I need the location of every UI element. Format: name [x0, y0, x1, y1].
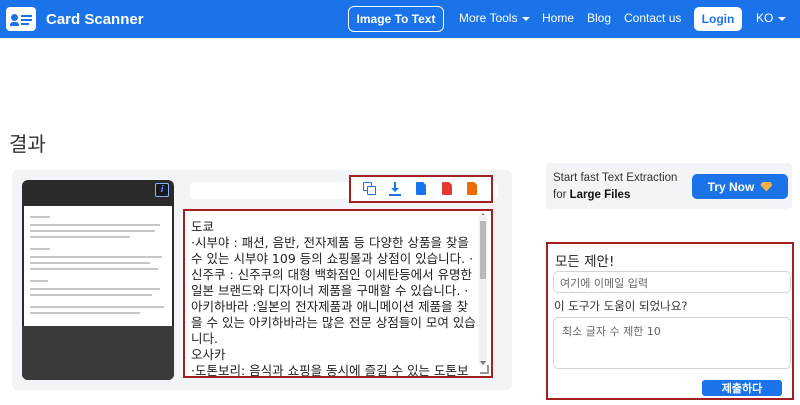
try-now-button[interactable]: Try Now [692, 174, 788, 199]
result-toolbar [349, 175, 493, 203]
language-dropdown[interactable]: KO [756, 11, 787, 25]
preview-footer [22, 326, 174, 380]
page-title: 결과 [9, 132, 46, 156]
diamond-icon [760, 181, 773, 192]
nav-home-link[interactable]: Home [542, 11, 574, 25]
promo-line-2-bold: Large Files [569, 189, 631, 201]
feedback-title: 모든 제안! [555, 254, 615, 270]
txt-icon[interactable] [465, 182, 479, 196]
doc-icon[interactable] [414, 182, 428, 196]
nav-contact-link[interactable]: Contact us [624, 11, 681, 25]
scrollbar[interactable] [479, 215, 487, 365]
language-label: KO [756, 11, 774, 25]
feedback-textarea[interactable]: 최소 글자 수 제한 10 [553, 317, 791, 369]
top-navbar: Card Scanner Image To Text More Tools Ho… [0, 0, 800, 38]
promo-line-2: for Large Files [553, 189, 630, 201]
more-tools-label: More Tools [459, 11, 518, 25]
chevron-down-icon [522, 16, 531, 21]
promo-line-1: Start fast Text Extraction [553, 172, 678, 184]
brand-name: Card Scanner [46, 10, 144, 28]
feedback-question: 이 도구가 도움이 되었나요? [554, 299, 688, 313]
resize-handle-icon[interactable] [480, 365, 489, 374]
chevron-down-icon [778, 16, 787, 21]
info-icon[interactable]: i [155, 183, 169, 197]
result-textarea[interactable]: 도쿄 ·시부야 : 패션, 음반, 전자제품 등 다양한 상품을 찾을 수 있는… [183, 209, 493, 378]
brand-logo[interactable]: Card Scanner [6, 6, 144, 32]
login-button[interactable]: Login [694, 7, 742, 31]
image-to-text-button[interactable]: Image To Text [348, 6, 444, 32]
submit-button[interactable]: 제출하다 [702, 380, 782, 396]
document-preview [24, 206, 172, 326]
try-now-label: Try Now [707, 179, 755, 194]
promo-line-2-prefix: for [553, 189, 567, 201]
pdf-icon[interactable] [440, 182, 454, 196]
nav-blog-link[interactable]: Blog [587, 11, 611, 25]
result-text: 도쿄 ·시부야 : 패션, 음반, 전자제품 등 다양한 상품을 찾을 수 있는… [191, 219, 476, 378]
feedback-form: 모든 제안! 여기에 이메일 입력 이 도구가 도움이 되었나요? 최소 글자 … [546, 242, 794, 400]
image-preview-thumbnail[interactable] [22, 180, 174, 380]
more-tools-dropdown[interactable]: More Tools [459, 11, 531, 25]
id-card-icon [6, 7, 36, 31]
copy-icon[interactable] [362, 182, 377, 196]
scrollbar-thumb[interactable] [480, 221, 486, 279]
email-field[interactable]: 여기에 이메일 입력 [553, 271, 791, 293]
download-icon[interactable] [388, 182, 402, 196]
